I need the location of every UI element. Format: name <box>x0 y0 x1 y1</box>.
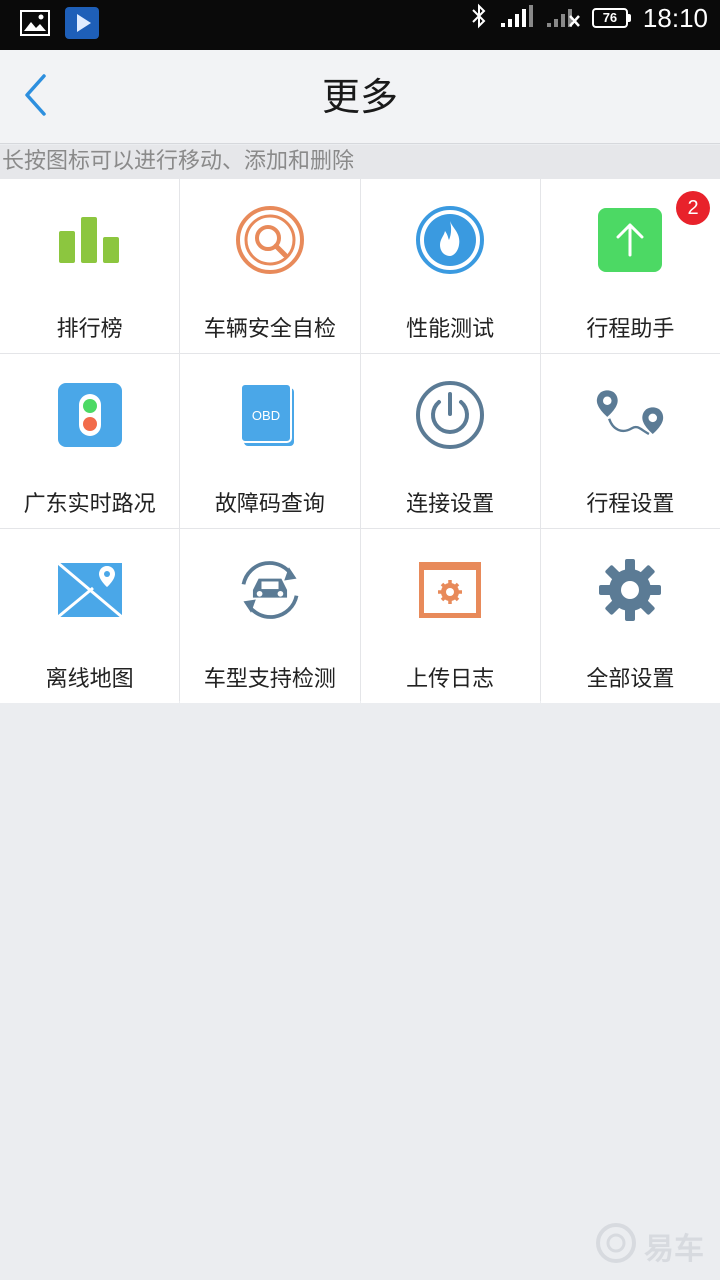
grid-item-ranking[interactable]: 排行榜 <box>0 179 180 353</box>
watermark: 易车 <box>594 1220 714 1267</box>
svg-text:OBD: OBD <box>252 408 280 423</box>
grid-item-traffic[interactable]: 广东实时路况 <box>0 354 180 528</box>
media-play-icon <box>64 6 100 44</box>
grid-item-label: 行程设置 <box>586 492 675 517</box>
status-bar: 76 18:10 <box>0 0 720 50</box>
back-button[interactable] <box>14 72 58 122</box>
notification-badge: 2 <box>676 191 710 225</box>
grid-item-offline-map[interactable]: 离线地图 <box>0 529 180 703</box>
ranking-bars-icon <box>54 204 126 276</box>
battery-icon: 76 <box>591 8 631 28</box>
grid-item-label: 连接设置 <box>406 492 495 517</box>
grid-item-label: 故障码查询 <box>214 492 325 517</box>
grid-item-label: 行程助手 <box>586 317 675 342</box>
gallery-icon <box>20 10 50 40</box>
battery-level: 76 <box>591 8 628 28</box>
obd-book-icon: OBD <box>234 379 306 451</box>
grid-item-trip-settings[interactable]: 行程设置 <box>540 354 720 528</box>
grid-item-label: 车辆安全自检 <box>203 317 336 342</box>
grid-item-fault-code[interactable]: OBD 故障码查询 <box>180 354 360 528</box>
arrow-up-icon <box>594 204 666 276</box>
route-pins-icon <box>594 379 666 451</box>
bluetooth-icon <box>470 3 488 33</box>
grid-item-label: 车型支持检测 <box>203 667 336 692</box>
watermark-text: 易车 <box>644 1232 704 1267</box>
grid-item-label: 性能测试 <box>406 317 495 342</box>
car-cycle-icon <box>234 554 306 626</box>
chevron-left-icon <box>22 73 50 121</box>
grid-item-upload-log[interactable]: 上传日志 <box>360 529 540 703</box>
flame-icon <box>414 204 486 276</box>
grid-item-label: 全部设置 <box>586 667 675 692</box>
traffic-light-icon <box>54 379 126 451</box>
grid-item-performance-test[interactable]: 性能测试 <box>360 179 540 353</box>
grid-item-safety-check[interactable]: 车辆安全自检 <box>180 179 360 353</box>
gear-icon <box>594 554 666 626</box>
map-pin-icon <box>54 554 126 626</box>
grid-item-model-support[interactable]: 车型支持检测 <box>180 529 360 703</box>
nav-bar: 更多 <box>0 50 720 144</box>
feature-grid: 排行榜 车辆安全自检 性能测试 行程助手 2 广东实时路况 OBD 故障码查询 … <box>0 179 720 703</box>
hint-text: 长按图标可以进行移动、添加和删除 <box>0 145 720 179</box>
signal-icon <box>500 4 534 32</box>
grid-item-connection-settings[interactable]: 连接设置 <box>360 354 540 528</box>
signal-x-icon <box>546 4 580 32</box>
clock: 18:10 <box>642 2 708 33</box>
inspection-search-icon <box>234 204 306 276</box>
grid-item-label: 上传日志 <box>406 667 495 692</box>
log-window-icon <box>414 554 486 626</box>
grid-item-label: 排行榜 <box>56 317 123 342</box>
power-icon <box>414 379 486 451</box>
grid-item-label: 离线地图 <box>45 667 134 692</box>
grid-item-all-settings[interactable]: 全部设置 <box>540 529 720 703</box>
page-title: 更多 <box>321 75 398 119</box>
grid-item-label: 广东实时路况 <box>23 492 156 517</box>
grid-item-trip-assistant[interactable]: 行程助手 2 <box>540 179 720 353</box>
